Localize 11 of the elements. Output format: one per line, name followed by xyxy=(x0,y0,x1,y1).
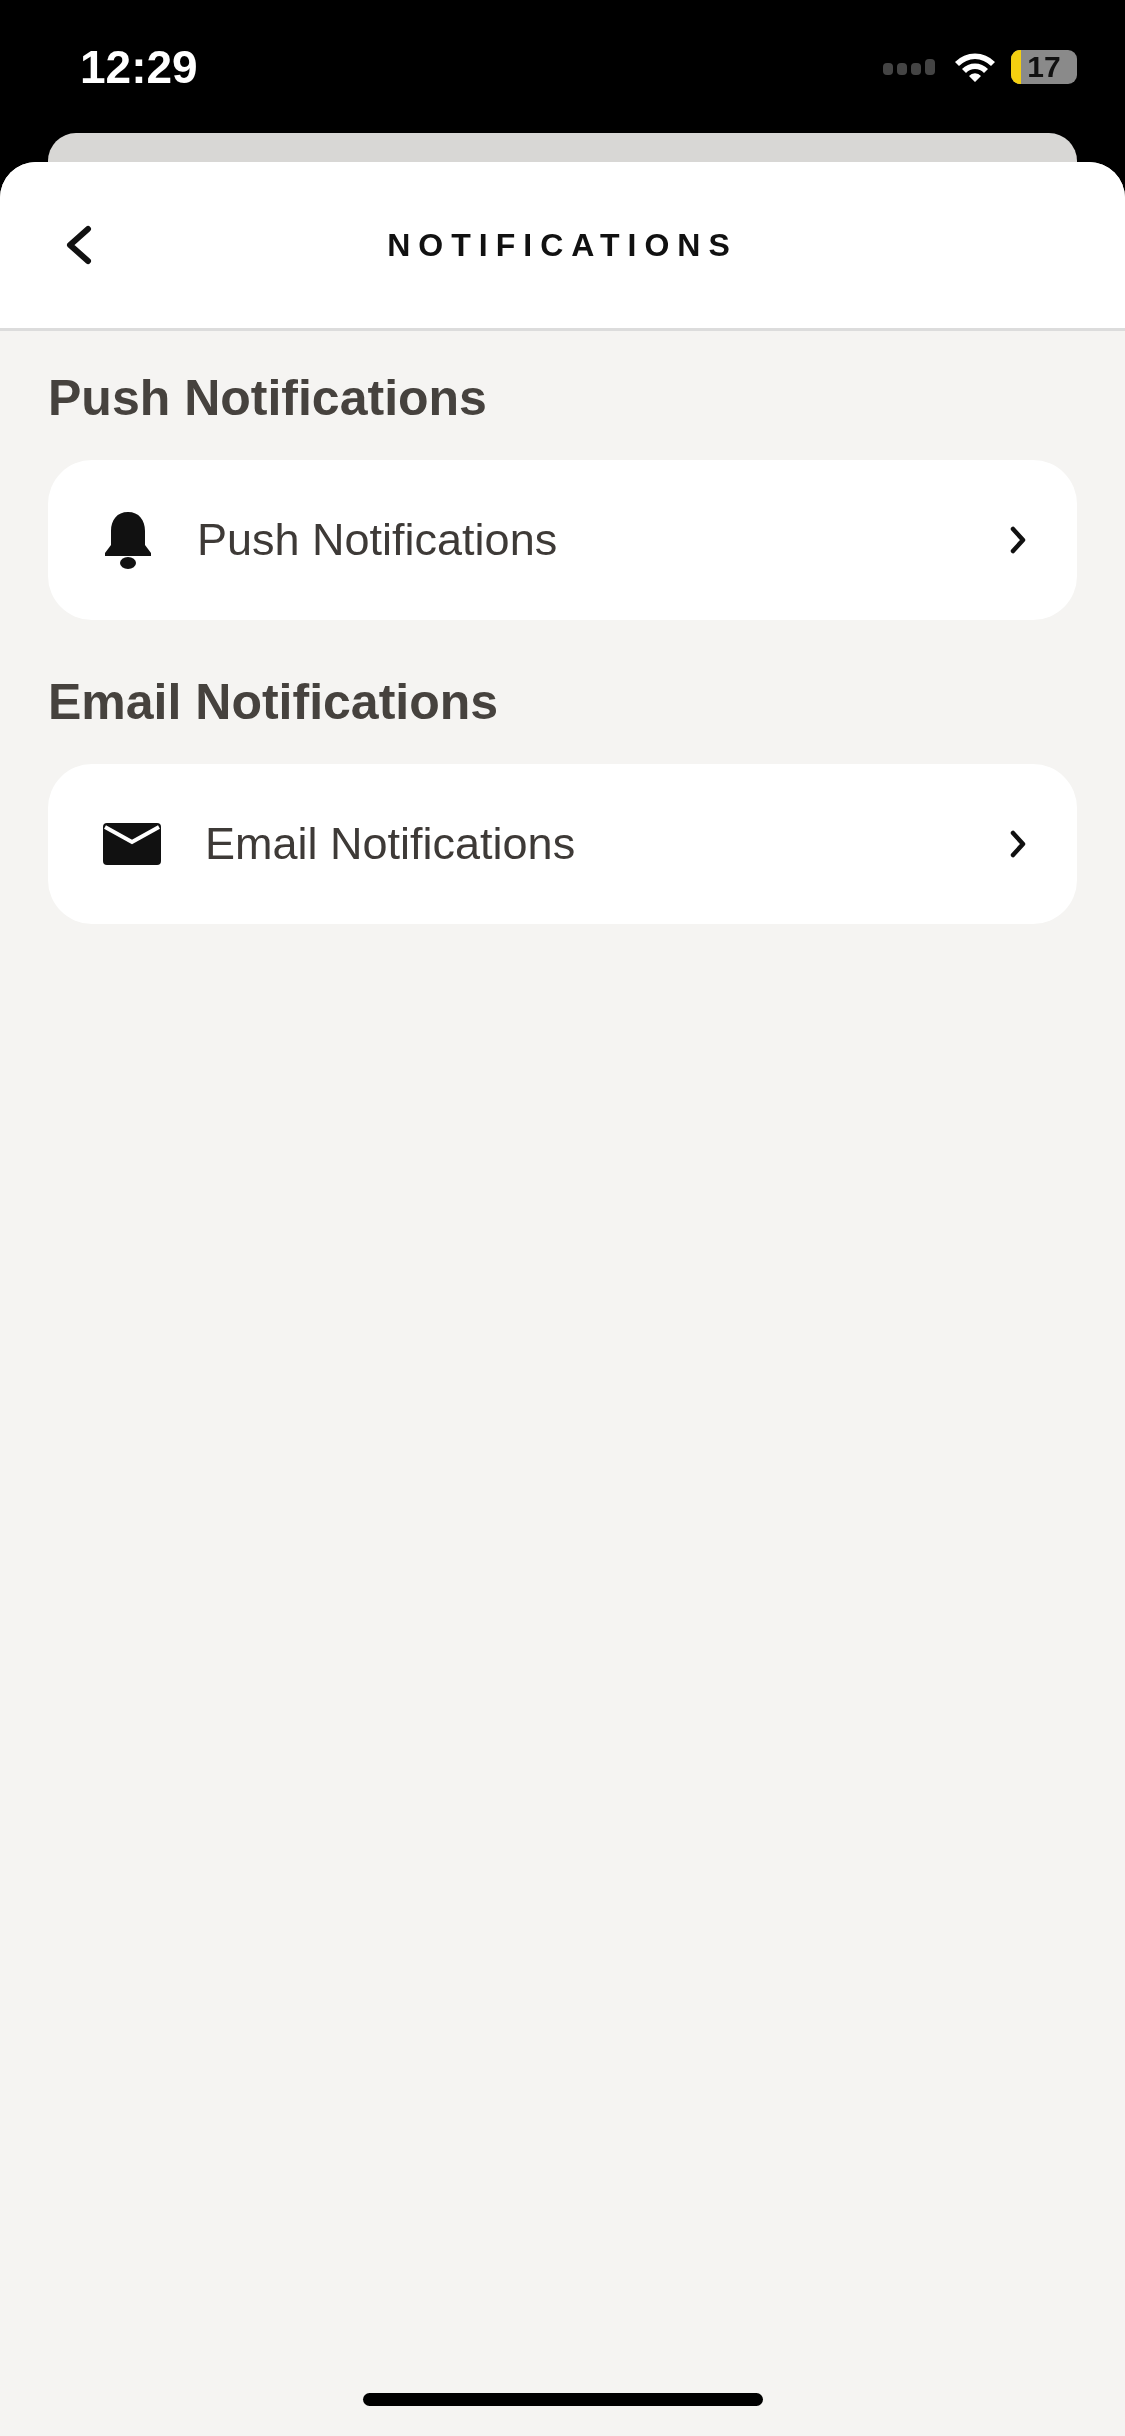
settings-row[interactable]: Email Notifications xyxy=(48,764,1077,924)
section-title: Email Notifications xyxy=(48,675,500,730)
status-time: 12:29 xyxy=(80,39,198,94)
chevron-right-icon xyxy=(1009,829,1027,859)
bell-icon xyxy=(103,510,153,570)
chevron-right-icon xyxy=(1009,525,1027,555)
page-title: NOTIFICATIONS xyxy=(387,226,738,264)
envelope-icon xyxy=(103,823,161,865)
settings-row[interactable]: Push Notifications xyxy=(48,460,1077,620)
battery-icon: 17 xyxy=(1011,49,1077,84)
section-title: Push Notifications xyxy=(48,371,488,426)
